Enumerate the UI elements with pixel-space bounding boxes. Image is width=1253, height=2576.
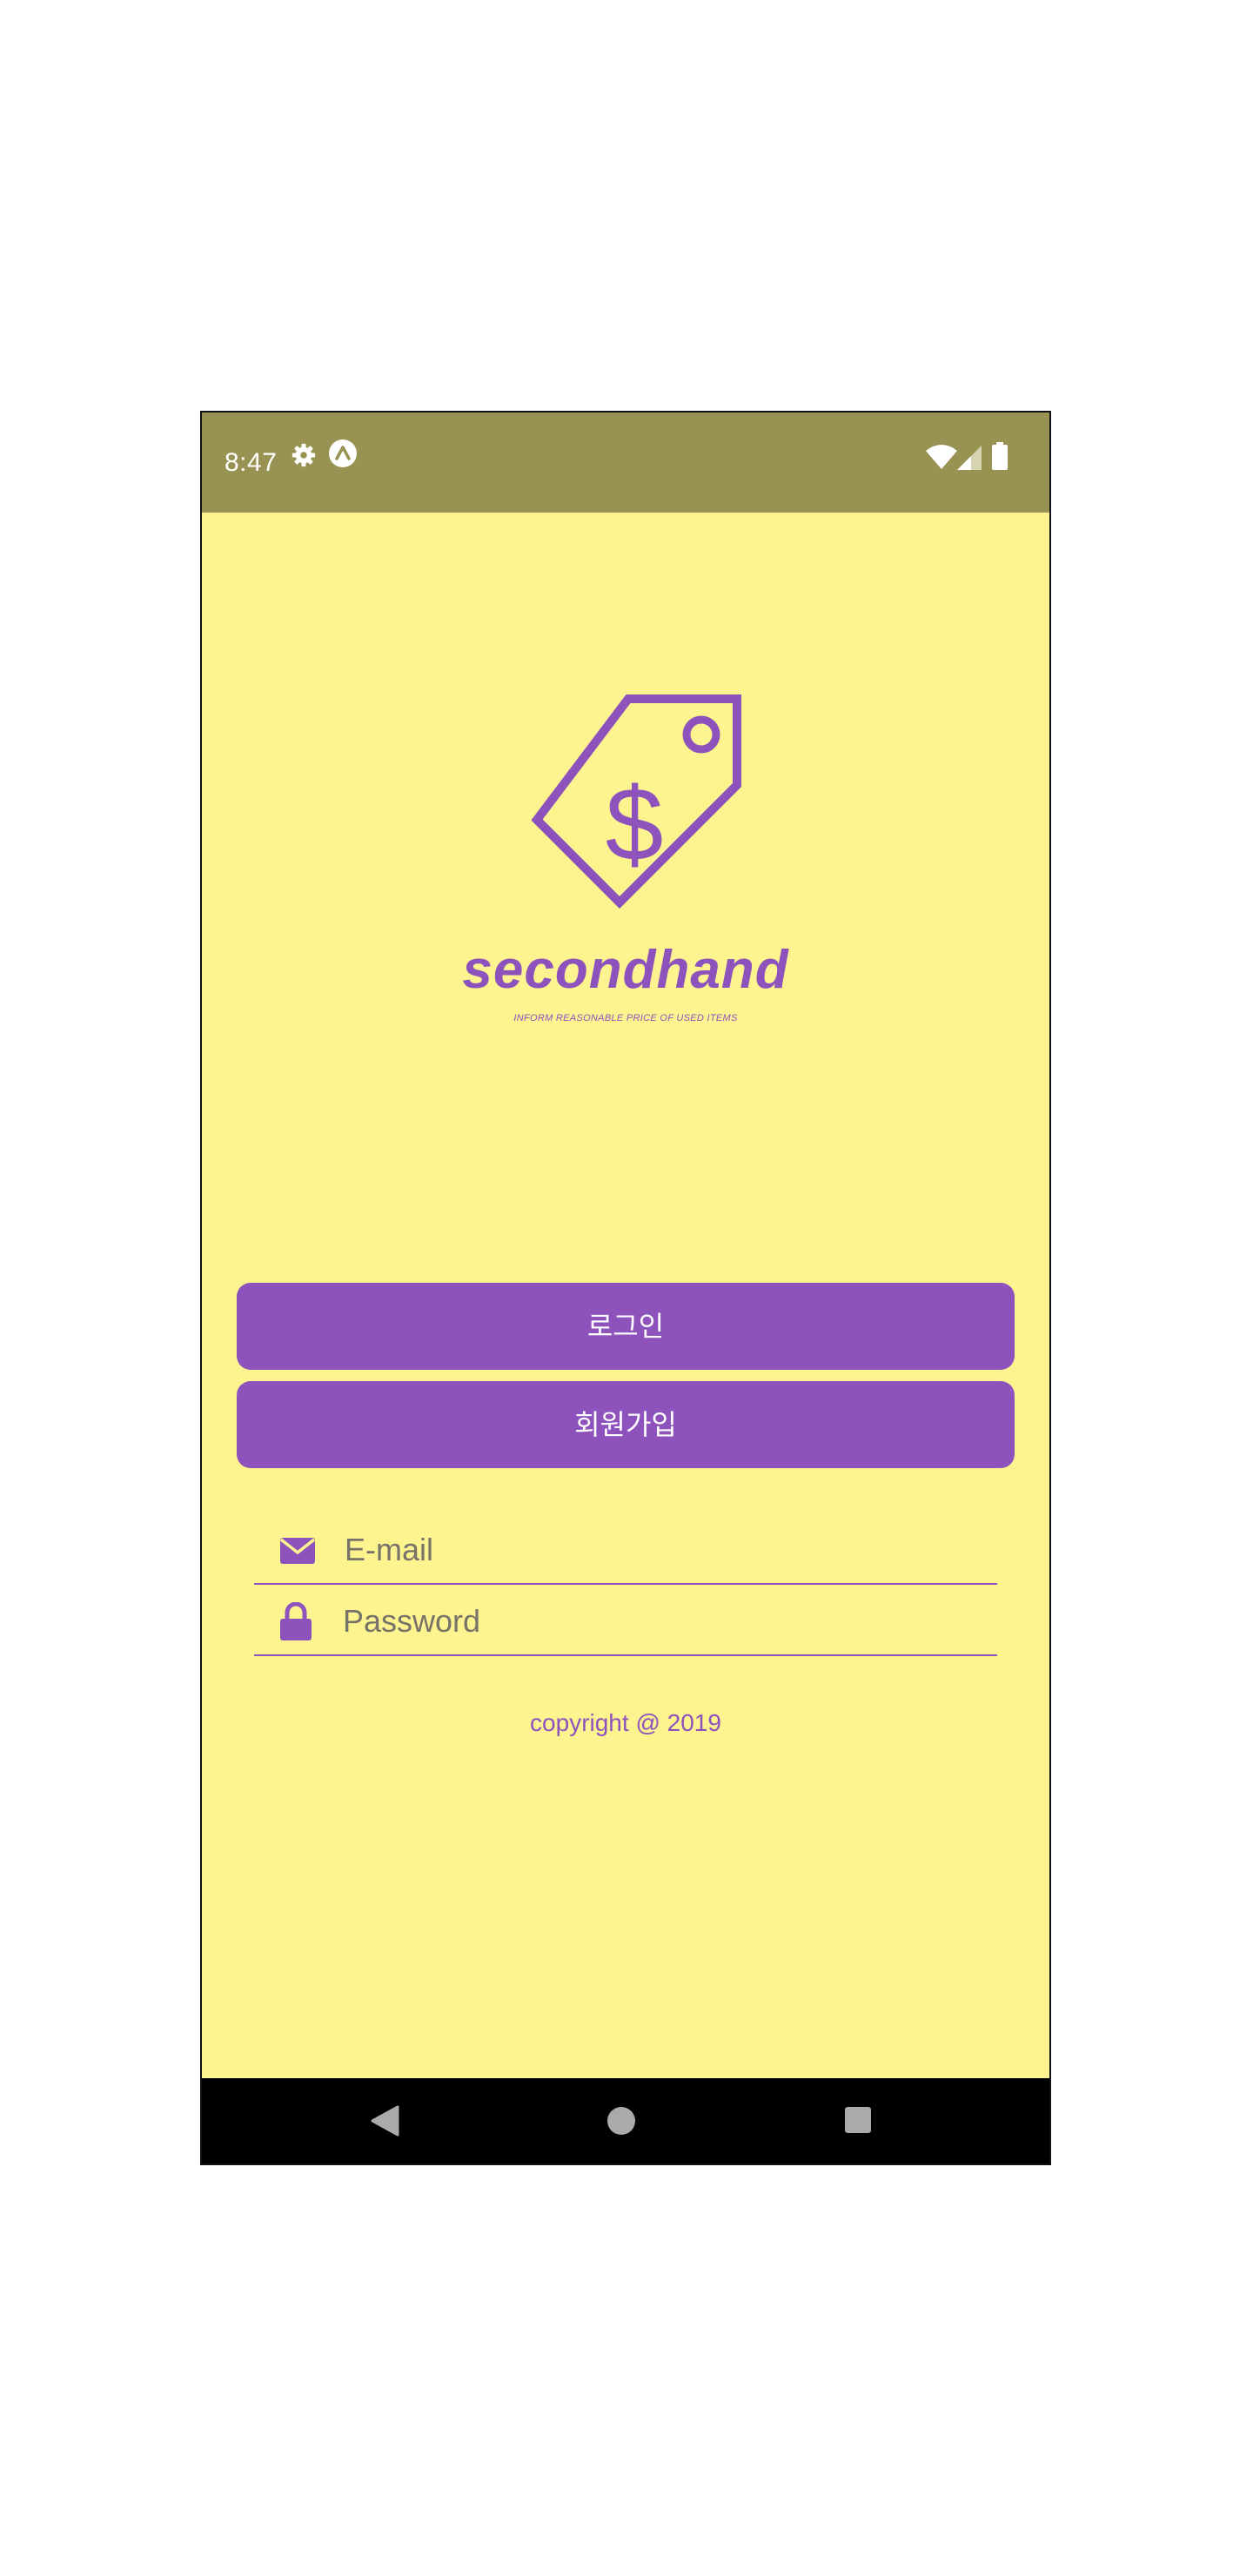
phone-screen: 8:47 $ secondhand INFORM REASONABLE PRIC… bbox=[200, 411, 1051, 2165]
price-tag-dollar-icon: $ bbox=[506, 682, 741, 917]
svg-text:$: $ bbox=[606, 766, 664, 882]
navigation-arrow-icon bbox=[328, 439, 358, 473]
email-input[interactable] bbox=[345, 1517, 997, 1583]
brand-tagline: INFORM REASONABLE PRICE OF USED ITEMS bbox=[513, 1013, 738, 1023]
wifi-icon bbox=[926, 444, 957, 474]
login-button[interactable]: 로그인 bbox=[237, 1283, 1015, 1370]
battery-icon bbox=[992, 442, 1008, 474]
email-field[interactable] bbox=[254, 1517, 997, 1585]
envelope-icon bbox=[279, 1538, 316, 1568]
copyright-text: copyright @ 2019 bbox=[530, 1709, 721, 1736]
password-input[interactable] bbox=[343, 1588, 997, 1654]
gear-icon bbox=[291, 442, 317, 473]
brand-name: secondhand bbox=[462, 940, 789, 1000]
status-bar: 8:47 bbox=[202, 413, 1049, 513]
home-circle-icon[interactable] bbox=[606, 2105, 637, 2141]
back-triangle-icon[interactable] bbox=[370, 2105, 399, 2141]
password-field[interactable] bbox=[254, 1588, 997, 1656]
status-time: 8:47 bbox=[224, 448, 278, 477]
cell-signal-icon bbox=[957, 446, 982, 474]
recents-square-icon[interactable] bbox=[843, 2105, 873, 2139]
navigation-bar bbox=[202, 2078, 1049, 2163]
signup-button[interactable]: 회원가입 bbox=[237, 1381, 1015, 1468]
lock-icon bbox=[280, 1601, 312, 1645]
